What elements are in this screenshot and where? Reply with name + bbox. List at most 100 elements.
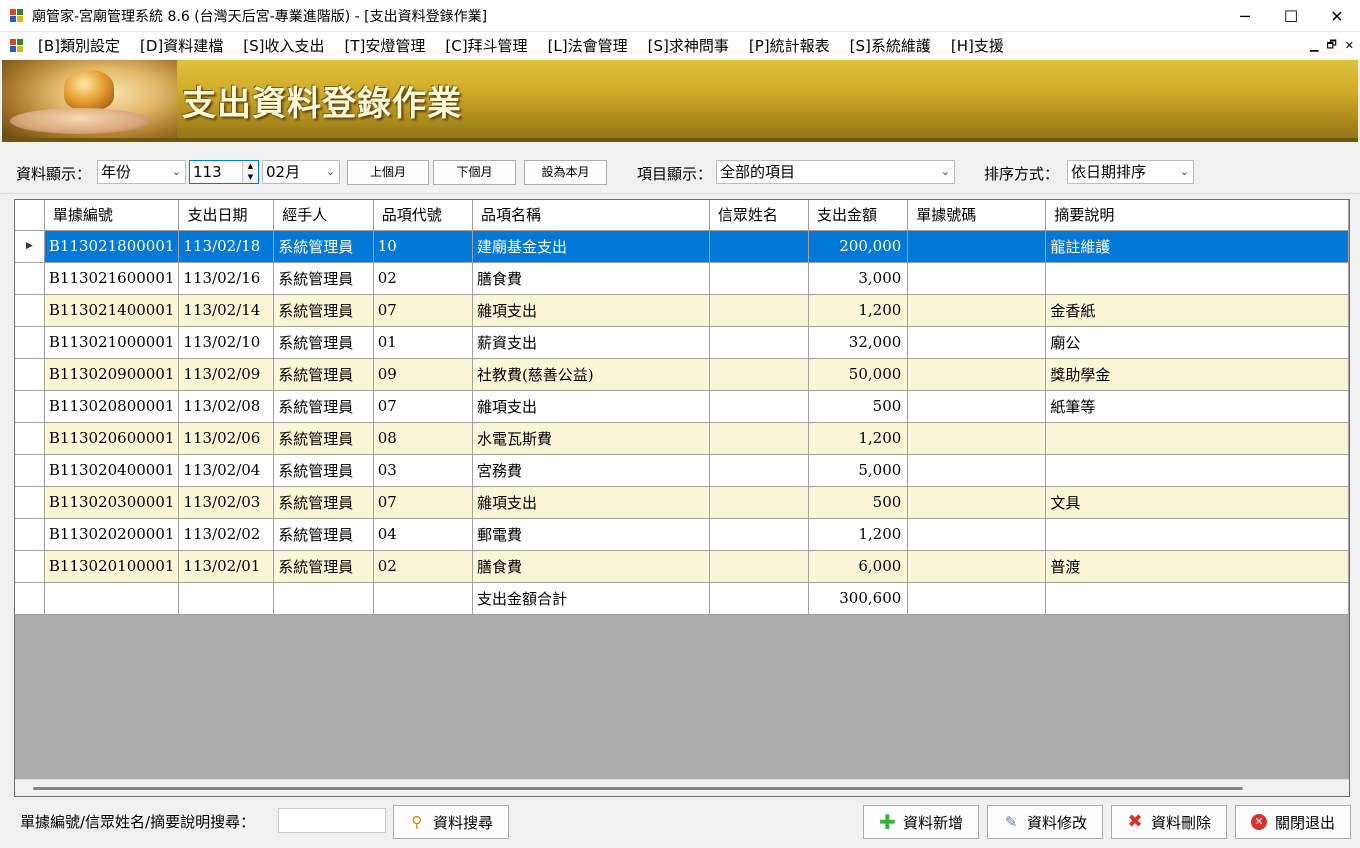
- menu-data-entry[interactable]: [D]資料建檔: [140, 35, 233, 56]
- cell-receipt-no[interactable]: [907, 390, 1047, 423]
- cell-date[interactable]: 113/02/08: [178, 390, 275, 423]
- search-input[interactable]: [278, 808, 386, 833]
- cell-devotee-name[interactable]: [709, 422, 810, 455]
- cell-item-code[interactable]: 09: [373, 358, 473, 391]
- cell-amount[interactable]: 6,000: [808, 550, 909, 583]
- cell-date[interactable]: 113/02/03: [178, 486, 275, 519]
- scrollbar-thumb[interactable]: [33, 787, 1243, 790]
- total-amount[interactable]: 300,600: [808, 582, 909, 615]
- cell-item-name[interactable]: 水電瓦斯費: [472, 422, 710, 455]
- col-header-item-code[interactable]: 品項代號: [373, 200, 473, 231]
- month-select[interactable]: 02月 ⌄: [262, 160, 340, 184]
- cell-voucher-no[interactable]: B113021400001: [44, 294, 180, 327]
- spin-arrows-icon[interactable]: ▲ ▼: [242, 161, 258, 183]
- cell-empty[interactable]: [178, 582, 275, 615]
- cell-item-code[interactable]: 08: [373, 422, 473, 455]
- col-header-amount[interactable]: 支出金額: [808, 200, 909, 231]
- total-row[interactable]: 支出金額合計 300,600: [15, 582, 1349, 615]
- cell-item-name[interactable]: 薪資支出: [472, 326, 710, 359]
- cell-amount[interactable]: 1,200: [808, 422, 909, 455]
- close-window-button[interactable]: ✕: [1314, 0, 1360, 32]
- cell-item-name[interactable]: 雜項支出: [472, 294, 710, 327]
- menu-system-maintenance[interactable]: [S]系統維護: [850, 35, 941, 56]
- row-header[interactable]: [15, 454, 45, 487]
- minimize-button[interactable]: ─: [1222, 0, 1268, 32]
- row-header[interactable]: [15, 294, 45, 327]
- table-row[interactable]: B113020800001 113/02/08 系統管理員 07 雜項支出 500 紙筆等: [15, 390, 1349, 423]
- col-header-item-name[interactable]: 品項名稱: [472, 200, 710, 231]
- cell-item-code[interactable]: 10: [373, 230, 473, 263]
- row-header[interactable]: [15, 582, 45, 615]
- table-row[interactable]: B113021000001 113/02/10 系統管理員 01 薪資支出 32,000 廟…: [15, 326, 1349, 359]
- cell-amount[interactable]: 500: [808, 390, 909, 423]
- cell-amount[interactable]: 200,000: [808, 230, 909, 263]
- delete-button[interactable]: ✖ 資料刪除: [1111, 805, 1227, 839]
- mdi-minimize-button[interactable]: ▁: [1310, 39, 1318, 52]
- cell-amount[interactable]: 3,000: [808, 262, 909, 295]
- menu-support[interactable]: [H]支援: [951, 35, 1014, 56]
- cell-date[interactable]: 113/02/16: [178, 262, 275, 295]
- row-header[interactable]: ▶: [15, 230, 45, 263]
- cell-summary[interactable]: [1045, 518, 1349, 551]
- row-header[interactable]: [15, 390, 45, 423]
- cell-summary[interactable]: 金香紙: [1045, 294, 1349, 327]
- cell-item-name[interactable]: 宮務費: [472, 454, 710, 487]
- app-icon[interactable]: [10, 8, 24, 23]
- close-button[interactable]: ✕ 關閉退出: [1235, 805, 1351, 839]
- cell-devotee-name[interactable]: [709, 294, 810, 327]
- mdi-restore-button[interactable]: 🗗: [1326, 36, 1336, 55]
- cell-summary[interactable]: 紙筆等: [1045, 390, 1349, 423]
- cell-amount[interactable]: 50,000: [808, 358, 909, 391]
- cell-handler[interactable]: 系統管理員: [273, 230, 374, 263]
- item-select[interactable]: 全部的項目 ⌄: [716, 160, 955, 184]
- cell-receipt-no[interactable]: [907, 230, 1047, 263]
- row-header[interactable]: [15, 550, 45, 583]
- cell-voucher-no[interactable]: B113021600001: [44, 262, 180, 295]
- cell-receipt-no[interactable]: [907, 550, 1047, 583]
- cell-amount[interactable]: 500: [808, 486, 909, 519]
- add-button[interactable]: ✚ 資料新增: [863, 805, 979, 839]
- table-row[interactable]: B113020900001 113/02/09 系統管理員 09 社教費(慈善公益) 50…: [15, 358, 1349, 391]
- cell-date[interactable]: 113/02/04: [178, 454, 275, 487]
- maximize-button[interactable]: ☐: [1268, 0, 1314, 32]
- cell-summary[interactable]: 龍註維護: [1045, 230, 1349, 263]
- cell-summary[interactable]: 文具: [1045, 486, 1349, 519]
- cell-handler[interactable]: 系統管理員: [273, 486, 374, 519]
- cell-voucher-no[interactable]: B113020200001: [44, 518, 180, 551]
- cell-date[interactable]: 113/02/09: [178, 358, 275, 391]
- menu-dipper-management[interactable]: [C]拜斗管理: [445, 35, 537, 56]
- cell-handler[interactable]: 系統管理員: [273, 550, 374, 583]
- cell-devotee-name[interactable]: [709, 230, 810, 263]
- cell-devotee-name[interactable]: [709, 262, 810, 295]
- cell-date[interactable]: 113/02/10: [178, 326, 275, 359]
- row-header[interactable]: [15, 486, 45, 519]
- cell-handler[interactable]: 系統管理員: [273, 422, 374, 455]
- col-header-summary[interactable]: 摘要說明: [1045, 200, 1349, 231]
- table-row[interactable]: B113020200001 113/02/02 系統管理員 04 郵電費 1,200: [15, 518, 1349, 551]
- row-header[interactable]: [15, 518, 45, 551]
- cell-date[interactable]: 113/02/01: [178, 550, 275, 583]
- cell-amount[interactable]: 5,000: [808, 454, 909, 487]
- cell-summary[interactable]: 普渡: [1045, 550, 1349, 583]
- cell-empty[interactable]: [1045, 582, 1349, 615]
- cell-voucher-no[interactable]: B113021000001: [44, 326, 180, 359]
- row-header[interactable]: [15, 326, 45, 359]
- this-month-button[interactable]: 設為本月: [524, 160, 607, 185]
- cell-empty[interactable]: [373, 582, 473, 615]
- table-row[interactable]: B113020300001 113/02/03 系統管理員 07 雜項支出 500 文具: [15, 486, 1349, 519]
- table-row[interactable]: B113020600001 113/02/06 系統管理員 08 水電瓦斯費 1,200: [15, 422, 1349, 455]
- sort-select[interactable]: 依日期排序 ⌄: [1067, 160, 1194, 184]
- cell-amount[interactable]: 32,000: [808, 326, 909, 359]
- table-row[interactable]: B113020100001 113/02/01 系統管理員 02 膳食費 6,000 普渡: [15, 550, 1349, 583]
- cell-devotee-name[interactable]: [709, 358, 810, 391]
- cell-handler[interactable]: 系統管理員: [273, 358, 374, 391]
- cell-item-name[interactable]: 雜項支出: [472, 486, 710, 519]
- cell-handler[interactable]: 系統管理員: [273, 518, 374, 551]
- row-header[interactable]: [15, 358, 45, 391]
- cell-item-name[interactable]: 雜項支出: [472, 390, 710, 423]
- cell-devotee-name[interactable]: [709, 550, 810, 583]
- cell-voucher-no[interactable]: B113020100001: [44, 550, 180, 583]
- cell-devotee-name[interactable]: [709, 326, 810, 359]
- cell-item-code[interactable]: 04: [373, 518, 473, 551]
- cell-voucher-no[interactable]: B113020600001: [44, 422, 180, 455]
